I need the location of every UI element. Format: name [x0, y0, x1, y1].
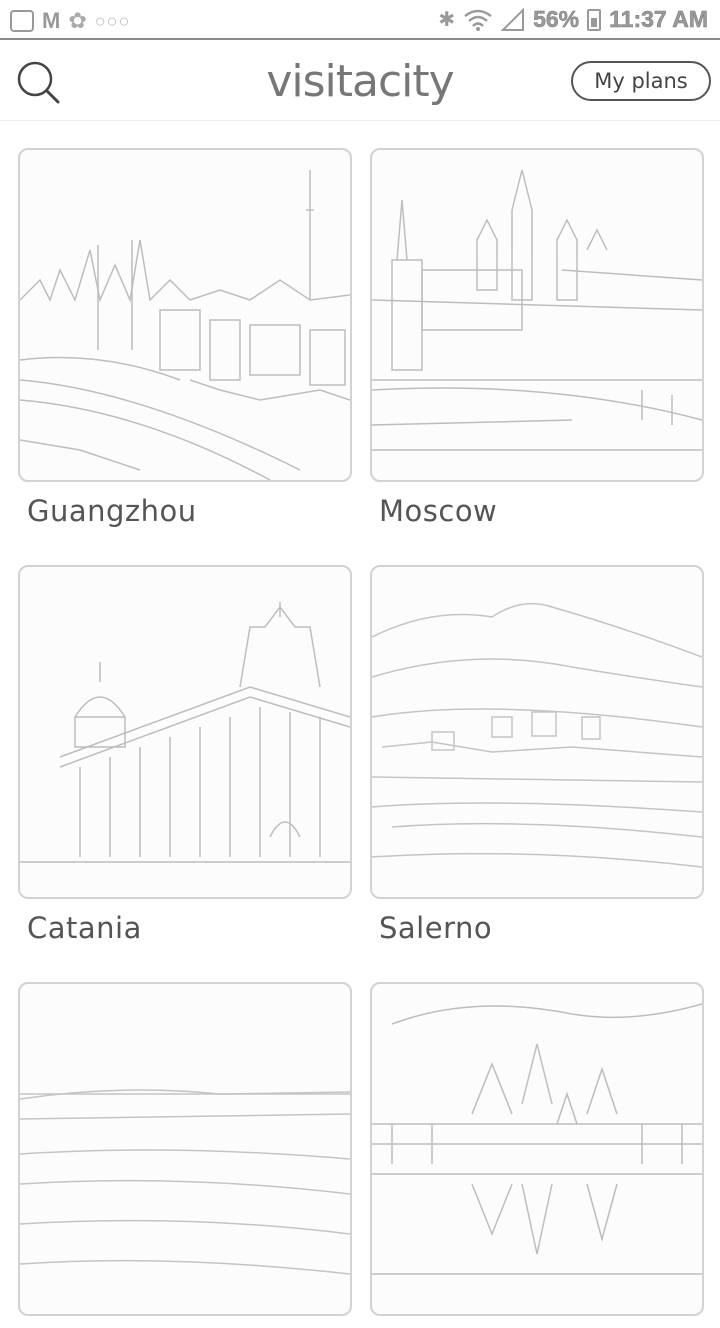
city-image[interactable] [370, 982, 704, 1316]
city-name: Moscow [379, 494, 498, 528]
signal-icon [501, 7, 525, 31]
city-image[interactable] [18, 565, 352, 899]
city-image[interactable] [18, 148, 352, 482]
battery-percent: 56% [533, 6, 580, 33]
city-name: Catania [27, 911, 142, 945]
gmail-icon: M [42, 8, 61, 33]
city-card-catania[interactable]: Catania [18, 565, 352, 945]
city-name: Guangzhou [27, 494, 197, 528]
city-card-moscow[interactable]: Moscow [370, 148, 704, 528]
wifi-icon [464, 9, 492, 31]
city-card[interactable] [18, 982, 352, 1328]
city-image[interactable] [370, 565, 704, 899]
bluetooth-icon: ✱ [438, 9, 456, 31]
status-time: 11:37 AM [609, 6, 708, 33]
city-card-guangzhou[interactable]: Guangzhou [18, 148, 352, 528]
status-bar: M ✿ ○○○ ✱ 56% 11:37 AM [0, 0, 720, 40]
city-name: Salerno [379, 911, 493, 945]
more-dots-icon: ○○○ [94, 10, 131, 31]
my-plans-button[interactable]: My plans [571, 61, 711, 101]
app-header: visitacity My plans [0, 40, 720, 121]
city-image[interactable] [18, 982, 352, 1316]
city-card[interactable] [370, 982, 704, 1328]
city-image[interactable] [370, 148, 704, 482]
gallery-icon [10, 10, 34, 32]
city-card-salerno[interactable]: Salerno [370, 565, 704, 945]
battery-icon [587, 8, 602, 31]
flower-icon: ✿ [68, 8, 87, 33]
